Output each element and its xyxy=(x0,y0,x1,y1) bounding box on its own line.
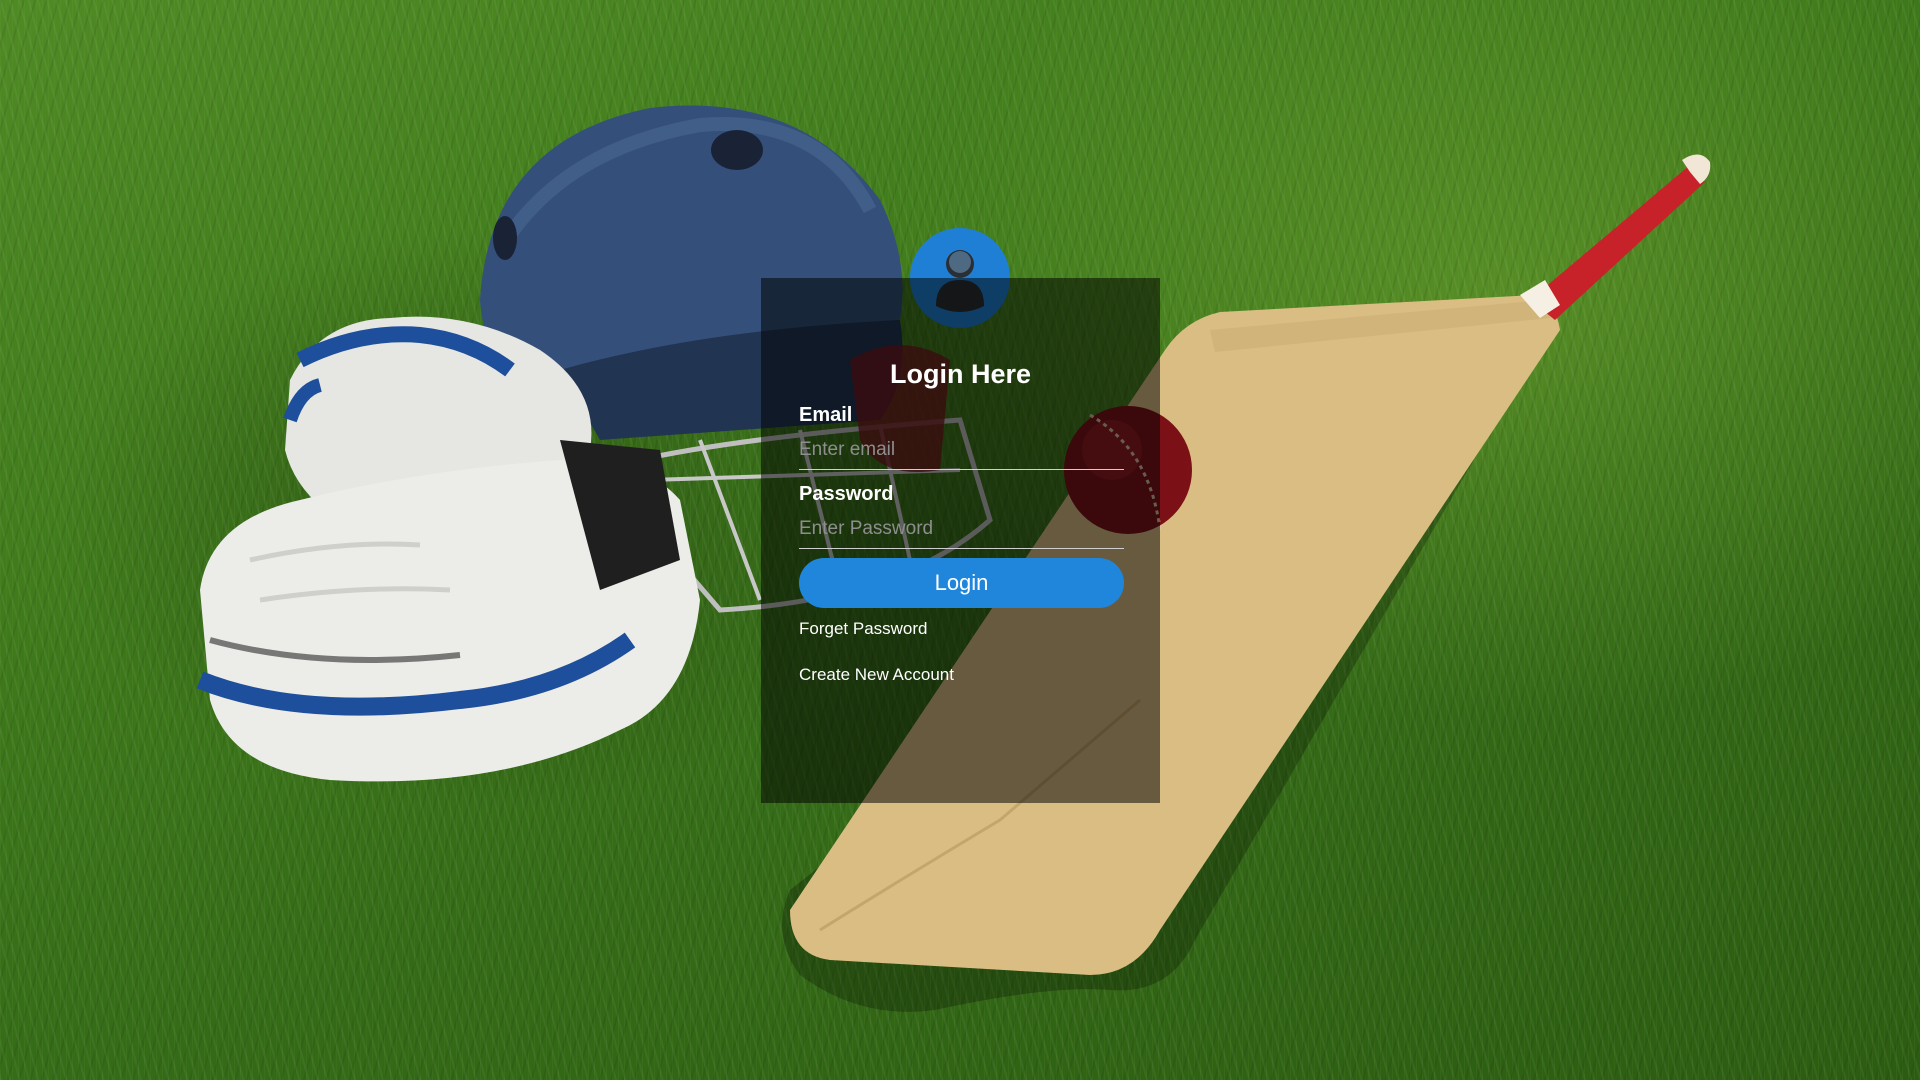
login-card: Login Here Email Password Login Forget P… xyxy=(761,278,1160,803)
login-title: Login Here xyxy=(889,359,1031,389)
email-label: Email xyxy=(799,404,853,426)
create-account-link[interactable]: Create New Account xyxy=(799,665,1122,685)
forget-password-link[interactable]: Forget Password xyxy=(799,619,1122,639)
password-field[interactable] xyxy=(799,510,1124,549)
password-label: Password xyxy=(799,483,894,505)
login-button[interactable]: Login xyxy=(799,558,1124,608)
email-field[interactable] xyxy=(799,431,1124,470)
